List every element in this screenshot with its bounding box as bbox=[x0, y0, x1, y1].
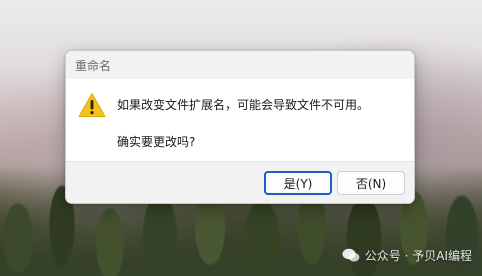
rename-dialog: 重命名 如果改变文件扩展名，可能会导致文件不可用。 确实要更改吗? 是(Y) 否… bbox=[65, 50, 415, 204]
dialog-content: 如果改变文件扩展名，可能会导致文件不可用。 确实要更改吗? bbox=[66, 79, 414, 163]
dialog-titlebar[interactable]: 重命名 bbox=[66, 51, 414, 79]
dialog-confirm-question: 确实要更改吗? bbox=[117, 135, 196, 149]
dialog-button-bar: 是(Y) 否(N) bbox=[66, 161, 414, 203]
wechat-icon bbox=[342, 248, 360, 262]
no-button[interactable]: 否(N) bbox=[337, 171, 405, 195]
watermark: 公众号 · 予贝AI编程 bbox=[342, 247, 472, 264]
watermark-text: 公众号 · 予贝AI编程 bbox=[364, 249, 472, 263]
dialog-message: 如果改变文件扩展名，可能会导致文件不可用。 bbox=[117, 98, 370, 112]
dialog-title: 重命名 bbox=[75, 58, 112, 73]
yes-button[interactable]: 是(Y) bbox=[264, 171, 332, 195]
warning-icon bbox=[78, 93, 106, 117]
